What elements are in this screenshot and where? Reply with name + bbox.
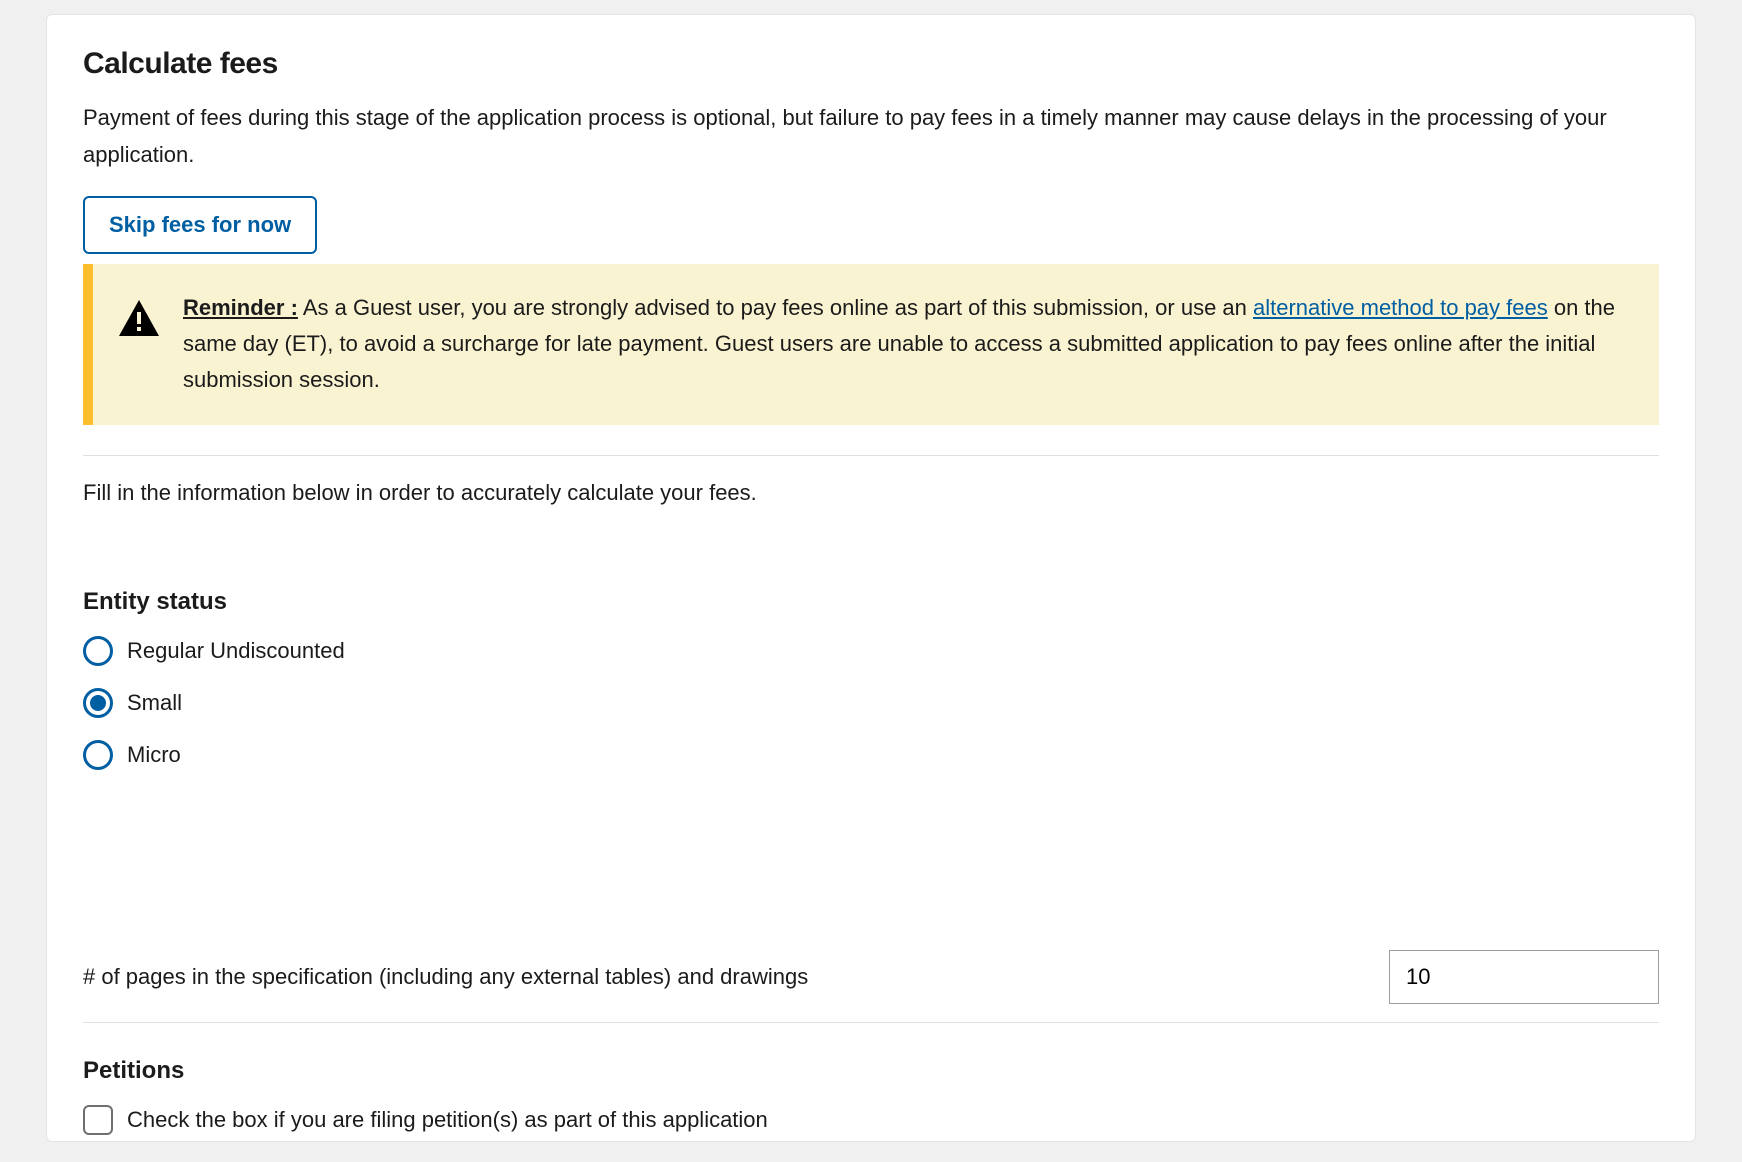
pages-field-label: # of pages in the specification (includi… xyxy=(83,964,808,990)
entity-status-heading: Entity status xyxy=(83,588,1659,616)
petitions-heading: Petitions xyxy=(83,1057,1659,1085)
divider xyxy=(83,455,1659,456)
petitions-checkbox-label: Check the box if you are filing petition… xyxy=(127,1107,768,1133)
intro-text: Payment of fees during this stage of the… xyxy=(83,99,1659,174)
pages-field-row: # of pages in the specification (includi… xyxy=(83,950,1659,1004)
entity-status-radio-group: Regular Undiscounted Small Micro xyxy=(83,636,1659,770)
checkbox-icon xyxy=(83,1105,113,1135)
warning-icon xyxy=(119,300,159,341)
radio-label: Micro xyxy=(127,742,181,768)
entity-status-option-small[interactable]: Small xyxy=(83,688,1659,718)
alert-reminder-label: Reminder : xyxy=(183,295,298,320)
entity-status-option-regular[interactable]: Regular Undiscounted xyxy=(83,636,1659,666)
radio-dot-icon xyxy=(90,695,106,711)
alternative-payment-link[interactable]: alternative method to pay fees xyxy=(1253,295,1548,320)
radio-label: Small xyxy=(127,690,182,716)
guest-warning-alert: Reminder : As a Guest user, you are stro… xyxy=(83,264,1659,425)
divider xyxy=(83,1022,1659,1023)
alert-text: Reminder : As a Guest user, you are stro… xyxy=(183,290,1633,399)
skip-fees-button[interactable]: Skip fees for now xyxy=(83,196,317,254)
petitions-checkbox[interactable]: Check the box if you are filing petition… xyxy=(83,1105,1659,1135)
radio-icon xyxy=(83,636,113,666)
alert-text-before: As a Guest user, you are strongly advise… xyxy=(298,295,1253,320)
instruction-text: Fill in the information below in order t… xyxy=(83,480,1659,506)
radio-label: Regular Undiscounted xyxy=(127,638,345,664)
entity-status-option-micro[interactable]: Micro xyxy=(83,740,1659,770)
radio-icon xyxy=(83,688,113,718)
page-title: Calculate fees xyxy=(83,47,1659,81)
fees-card: Calculate fees Payment of fees during th… xyxy=(46,14,1696,1142)
radio-icon xyxy=(83,740,113,770)
pages-input[interactable] xyxy=(1389,950,1659,1004)
